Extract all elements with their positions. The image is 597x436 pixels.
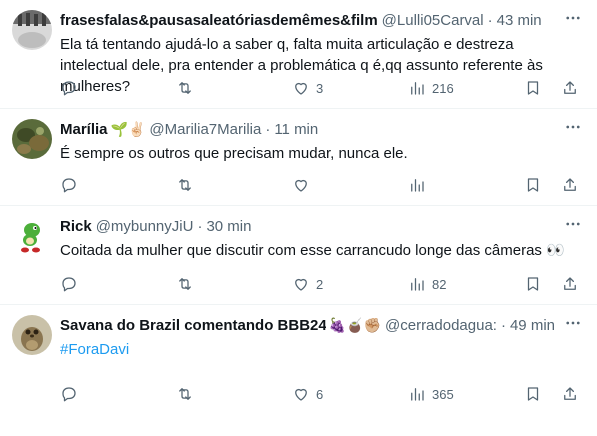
timestamp[interactable]: 49 min <box>510 317 555 334</box>
timestamp[interactable]: 43 min <box>497 12 542 29</box>
share-icon <box>564 277 577 290</box>
reply-button[interactable] <box>60 79 176 97</box>
share-icon <box>564 178 577 191</box>
more-icon[interactable] <box>563 313 583 333</box>
more-icon[interactable] <box>563 214 583 234</box>
bookmark-button[interactable] <box>524 79 561 97</box>
tweet-text: Coitada da mulher que discutir com esse … <box>60 242 565 259</box>
more-icon[interactable] <box>563 117 583 137</box>
retweet-icon <box>179 179 191 191</box>
tweet[interactable]: Rick @mybunnyJiU · 30 min Coitada da mul… <box>0 206 597 305</box>
display-name[interactable]: Savana do Brazil comentando BBB24 <box>60 317 326 334</box>
view-count: 82 <box>432 276 447 292</box>
heart-icon <box>295 179 307 192</box>
retweet-icon <box>179 278 191 290</box>
tweet-header: Marília 🌱✌🏻 @Marilia7Marilia · 11 min <box>60 117 581 141</box>
retweet-button[interactable] <box>176 79 292 97</box>
tweet-header: Rick @mybunnyJiU · 30 min <box>60 214 581 238</box>
user-handle[interactable]: @Marilia7Marilia <box>149 121 261 138</box>
bookmark-icon <box>527 81 539 95</box>
views-button[interactable]: 216 <box>408 79 524 97</box>
share-button[interactable] <box>561 79 581 97</box>
avatar[interactable] <box>12 315 52 355</box>
tweet-text: #ForaDavi <box>60 339 581 360</box>
bookmark-icon <box>527 387 539 401</box>
user-handle[interactable]: @mybunnyJiU <box>96 218 194 235</box>
heart-icon <box>295 278 307 291</box>
bookmark-icon <box>527 178 539 192</box>
share-icon <box>564 81 577 94</box>
avatar[interactable] <box>12 216 52 256</box>
like-button[interactable]: 2 <box>292 275 408 293</box>
like-count: 6 <box>316 386 324 402</box>
reply-icon <box>62 387 76 402</box>
name-emoji: 🌱✌🏻 <box>110 121 146 137</box>
bookmark-button[interactable] <box>524 176 561 194</box>
retweet-button[interactable] <box>176 385 292 403</box>
display-name[interactable]: Marília <box>60 121 108 138</box>
separator-dot: · <box>265 120 271 138</box>
avatar[interactable] <box>12 119 52 159</box>
separator-dot: · <box>500 316 506 334</box>
avatar[interactable] <box>12 10 52 50</box>
tweet[interactable]: Marília 🌱✌🏻 @Marilia7Marilia · 11 min É … <box>0 109 597 206</box>
view-count: 216 <box>432 80 454 96</box>
separator-dot: · <box>487 11 493 29</box>
share-button[interactable] <box>561 176 581 194</box>
views-icon <box>411 179 424 192</box>
reply-icon <box>62 277 76 292</box>
bookmark-button[interactable] <box>524 385 561 403</box>
views-icon <box>411 388 424 401</box>
views-button[interactable]: 365 <box>408 385 524 403</box>
views-button[interactable]: 82 <box>408 275 524 293</box>
views-icon <box>411 278 424 291</box>
views-icon <box>411 82 424 95</box>
user-handle[interactable]: @cerradodagua: <box>385 317 497 334</box>
view-count: 365 <box>432 386 454 402</box>
like-button[interactable]: 6 <box>292 385 408 403</box>
tweet-actions: 6 365 <box>60 384 581 404</box>
reply-thread: frasesfalas&pausasaleatóriasdemêmes&film… <box>0 0 597 436</box>
like-count: 3 <box>316 80 324 96</box>
display-name[interactable]: Rick <box>60 218 92 235</box>
views-button[interactable] <box>408 176 524 194</box>
bookmark-button[interactable] <box>524 275 561 293</box>
more-icon[interactable] <box>563 8 583 28</box>
share-icon <box>564 387 577 400</box>
tweet-actions <box>60 175 581 195</box>
reply-button[interactable] <box>60 176 176 194</box>
heart-icon <box>295 388 307 401</box>
timestamp[interactable]: 30 min <box>206 218 251 235</box>
bookmark-icon <box>527 277 539 291</box>
like-button[interactable]: 3 <box>292 79 408 97</box>
retweet-button[interactable] <box>176 176 292 194</box>
reply-icon <box>62 178 76 193</box>
tweet[interactable]: Savana do Brazil comentando BBB24 🍇🧉✊🏼 @… <box>0 305 597 436</box>
like-count: 2 <box>316 276 324 292</box>
retweet-icon <box>179 388 191 400</box>
heart-icon <box>295 82 307 95</box>
reply-button[interactable] <box>60 385 176 403</box>
reply-button[interactable] <box>60 275 176 293</box>
tweet-header: Savana do Brazil comentando BBB24 🍇🧉✊🏼 @… <box>60 313 581 337</box>
tweet-actions: 3 216 <box>60 78 581 98</box>
display-name[interactable]: frasesfalas&pausasaleatóriasdemêmes&film <box>60 12 378 29</box>
name-emoji: 🍇🧉✊🏼 <box>328 317 381 333</box>
separator-dot: · <box>197 217 203 235</box>
timestamp[interactable]: 11 min <box>274 121 318 138</box>
user-handle[interactable]: @Lulli05Carval <box>382 12 484 29</box>
like-button[interactable] <box>292 176 408 194</box>
tweet-text: É sempre os outros que precisam mudar, n… <box>60 145 408 162</box>
share-button[interactable] <box>561 275 581 293</box>
hashtag-link[interactable]: #ForaDavi <box>60 341 129 358</box>
tweet-actions: 2 82 <box>60 274 581 294</box>
tweet-header: frasesfalas&pausasaleatóriasdemêmes&film… <box>60 8 581 32</box>
tweet[interactable]: frasesfalas&pausasaleatóriasdemêmes&film… <box>0 0 597 109</box>
share-button[interactable] <box>561 385 581 403</box>
reply-icon <box>62 81 76 96</box>
retweet-button[interactable] <box>176 275 292 293</box>
retweet-icon <box>179 82 191 94</box>
